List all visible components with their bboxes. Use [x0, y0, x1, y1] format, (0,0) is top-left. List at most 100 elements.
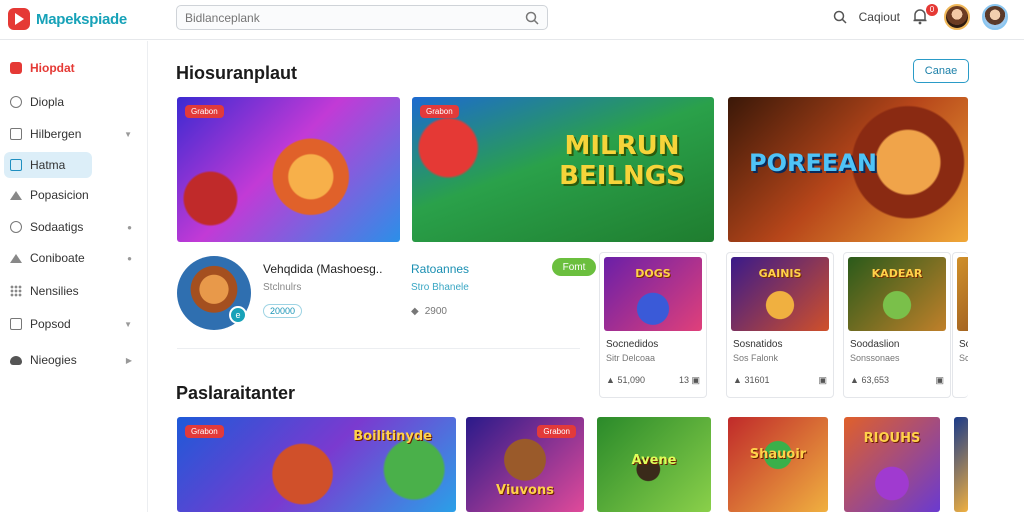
main-content: Hiosuranplaut Canae Grabon Grabon MILRUN… [160, 41, 1024, 512]
featured-title: Vehqdida (Mashoesg.. [263, 262, 383, 276]
sidebar-item-nieogies[interactable]: Nieogies ▶ [4, 347, 140, 373]
sidebar-item-hilbergen[interactable]: Hilbergen ▼ [4, 121, 140, 147]
game-tile[interactable] [954, 417, 968, 512]
sidebar-item-label: Nieogies [30, 353, 77, 367]
section-title: Hiosuranplaut [176, 63, 298, 83]
card-thumbnail: GAINIS [731, 257, 829, 331]
card-title: Sosnatidos [733, 339, 783, 350]
banner-card[interactable]: Grabon MILRUN BEILNGS [412, 97, 714, 242]
dot-icon: ● [127, 253, 132, 263]
section-action-button[interactable]: Canae [913, 59, 969, 83]
game-tile[interactable]: Grabon Boilitinyde [177, 417, 456, 512]
banner-tag: Grabon [420, 105, 459, 118]
sidebar-item-home[interactable]: Hiopdat [4, 55, 140, 81]
search-bar [176, 5, 548, 30]
trend-icon: ▲ [850, 375, 859, 385]
game-tag: Grabon [537, 425, 576, 438]
sidebar-item-label: Hiopdat [30, 61, 75, 75]
banner-title: MILRUN BEILNGS [559, 131, 685, 191]
card-thumbnail: DOGS [604, 257, 702, 331]
banner-title: POREEAN [749, 149, 877, 177]
sidebar-item-popasicion[interactable]: Popasicion [4, 182, 140, 208]
app-card[interactable]: DOGS Socnedidos Sitr Delcoaa ▲ 51,090 13… [599, 252, 707, 398]
featured-app[interactable]: e Vehqdida (Mashoesg.. Stclnulrs 20000 R… [177, 254, 596, 350]
game-tile[interactable]: Shauoir [728, 417, 828, 512]
sidebar-item-nensilies[interactable]: Nensilies [4, 278, 140, 304]
notification-badge: 0 [926, 4, 938, 16]
banner-tag: Grabon [185, 105, 224, 118]
card-thumbnail [957, 257, 968, 331]
card-thumb-title: KADEAR [871, 267, 923, 280]
sidebar-item-sodaatigs[interactable]: Sodaatigs ● [4, 214, 140, 240]
featured-count-pill: 20000 [263, 304, 303, 318]
chevron-down-icon: ▼ [124, 129, 132, 139]
card-title: So [959, 339, 968, 350]
card-rating: 31601 [744, 375, 770, 385]
sidebar-item-label: Popsod [30, 317, 71, 331]
game-title: Shauoir [749, 447, 807, 462]
app-card[interactable]: KADEAR Soodaslion Sonssonaes ▲ 63,653 ▣ [843, 252, 951, 398]
featured-subtitle-2: Stro Bhanele [411, 282, 469, 293]
avatar[interactable] [944, 4, 970, 30]
card-title: Soodaslion [850, 339, 900, 350]
search-icon[interactable] [525, 11, 539, 25]
app-card[interactable]: So Sc [952, 252, 968, 398]
featured-meta: ◆ 2900 [411, 306, 447, 317]
card-subtitle: Sitr Delcoaa [606, 353, 656, 363]
sidebar-item-coniboate[interactable]: Coniboate ● [4, 245, 140, 271]
trend-icon: ▲ [733, 375, 742, 385]
game-title: Boilitinyde [353, 429, 432, 444]
section-title: Paslaraitanter [176, 383, 296, 403]
game-title: Avene [631, 453, 677, 468]
clock-icon [10, 96, 22, 108]
screen-icon: ▣ [935, 375, 944, 385]
cloud-icon [10, 355, 22, 365]
game-tile[interactable]: RIOUHS [844, 417, 940, 512]
trend-icon: ▲ [606, 375, 615, 385]
game-title: RIOUHS [863, 431, 921, 446]
divider [177, 348, 580, 349]
card-count: 13 [678, 375, 689, 385]
game-tile[interactable]: Grabon Viuvons [466, 417, 584, 512]
featured-title-2[interactable]: Ratoannes [411, 262, 469, 276]
search-input[interactable] [185, 10, 517, 25]
card-subtitle: Sos Falonk [733, 353, 779, 363]
card-footer: ▲ 63,653 ▣ [850, 375, 944, 386]
shield-icon: ◆ [411, 306, 419, 317]
sidebar-item-label: Hilbergen [30, 127, 82, 141]
page-icon [10, 159, 22, 171]
card-rating: 63,653 [861, 375, 889, 385]
game-tile[interactable]: Avene [597, 417, 711, 512]
sidebar-item-hatma[interactable]: Hatma [4, 152, 92, 178]
banner-card[interactable]: Grabon [177, 97, 400, 242]
card-thumb-title: DOGS [635, 267, 671, 280]
card-footer: ▲ 51,090 13 ▣ [606, 375, 700, 386]
logo-icon [8, 8, 30, 30]
app-logo[interactable]: Mapekspiade [8, 8, 127, 30]
featured-subtitle: Stclnulrs [263, 282, 302, 293]
top-bar: Mapekspiade Caqiout 0 [0, 0, 1024, 40]
sidebar-item-label: Diopla [30, 95, 65, 109]
screen-icon: ▣ [818, 375, 827, 385]
sidebar-item-label: Hatma [30, 158, 66, 172]
featured-meta-value: 2900 [424, 306, 447, 317]
get-button[interactable]: Fomt [552, 258, 596, 276]
sidebar-item-label: Nensilies [30, 284, 79, 298]
top-actions: Caqiout 0 [833, 4, 1008, 30]
search-icon[interactable] [833, 10, 847, 24]
sidebar-item-diopla[interactable]: Diopla [4, 89, 140, 115]
page-icon [10, 128, 22, 140]
app-card[interactable]: GAINIS Sosnatidos Sos Falonk ▲ 31601 ▣ [726, 252, 834, 398]
grid-icon [10, 285, 22, 297]
sidebar-item-label: Sodaatigs [30, 220, 84, 234]
avatar[interactable] [982, 4, 1008, 30]
card-footer: ▲ 31601 ▣ [733, 375, 827, 386]
game-title: Viuvons [496, 483, 554, 498]
checkout-link[interactable]: Caqiout [859, 10, 900, 24]
home-icon [10, 190, 22, 200]
logo-text: Mapekspiade [36, 10, 127, 28]
verified-badge: e [229, 306, 247, 324]
sidebar-item-popsod[interactable]: Popsod ▼ [4, 311, 140, 337]
banner-card[interactable]: POREEAN [728, 97, 968, 242]
notifications-button[interactable]: 0 [912, 4, 938, 27]
